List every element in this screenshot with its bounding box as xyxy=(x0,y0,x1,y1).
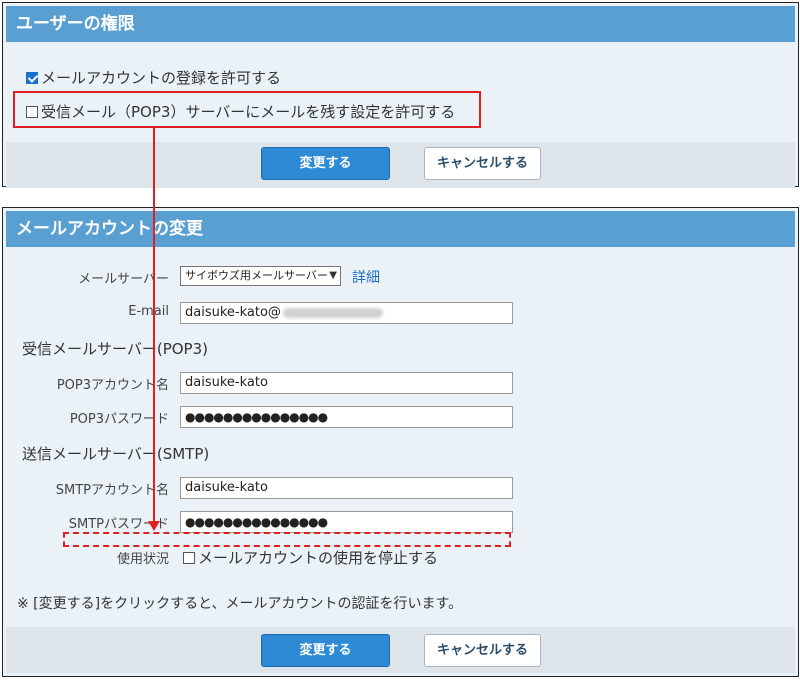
blurred-domain xyxy=(282,307,383,318)
allow-account-registration-label: メールアカウントの登録を許可する xyxy=(41,69,282,87)
mail-server-label: メールサーバー xyxy=(78,272,169,287)
smtp-password-label: SMTPパスワード xyxy=(68,517,169,532)
account-button-bar: 変更する キャンセルする xyxy=(6,627,795,673)
smtp-password-field[interactable]: ●●●●●●●●●●●●●●● xyxy=(180,511,513,533)
smtp-account-field[interactable]: daisuke-kato xyxy=(180,477,513,499)
account-save-button[interactable]: 変更する xyxy=(261,634,390,667)
email-field-value: daisuke-kato@ xyxy=(185,305,281,320)
pop3-password-value: ●●●●●●●●●●●●●●● xyxy=(185,410,328,424)
permissions-button-bar: 変更する キャンセルする xyxy=(6,142,795,188)
incoming-server-section-title: 受信メールサーバー(POP3) xyxy=(22,340,208,358)
annotation-connector-line xyxy=(153,128,155,524)
pop3-account-label: POP3アカウント名 xyxy=(56,378,169,393)
highlight-box xyxy=(13,91,481,128)
pop3-password-field[interactable]: ●●●●●●●●●●●●●●● xyxy=(180,406,513,428)
email-field[interactable]: daisuke-kato@ xyxy=(180,302,513,324)
pop3-password-label: POP3パスワード xyxy=(69,412,169,427)
highlight-dashed-box xyxy=(63,532,511,547)
chevron-down-icon: ▼ xyxy=(329,270,337,281)
outgoing-server-section-title: 送信メールサーバー(SMTP) xyxy=(22,445,210,463)
smtp-password-value: ●●●●●●●●●●●●●●● xyxy=(185,515,328,529)
smtp-account-label: SMTPアカウント名 xyxy=(55,483,169,498)
email-label: E-mail xyxy=(128,304,169,319)
permissions-panel-title: ユーザーの権限 xyxy=(6,6,795,42)
suspend-account-label: メールアカウントの使用を停止する xyxy=(198,549,439,567)
pop3-account-value: daisuke-kato xyxy=(185,375,268,390)
mail-server-detail-link[interactable]: 詳細 xyxy=(352,267,380,287)
pop3-account-field[interactable]: daisuke-kato xyxy=(180,372,513,394)
suspend-account-row[interactable]: メールアカウントの使用を停止する xyxy=(183,547,438,568)
account-panel-title: メールアカウントの変更 xyxy=(6,211,795,247)
mail-server-select[interactable]: サイボウズ用メールサーバー ▼ xyxy=(180,266,341,286)
permissions-save-button[interactable]: 変更する xyxy=(261,147,390,180)
mail-account-edit-panel: メールアカウントの変更 メールサーバー サイボウズ用メールサーバー ▼ 詳細 E… xyxy=(2,207,799,677)
usage-status-label: 使用状況 xyxy=(116,552,169,567)
suspend-account-checkbox[interactable] xyxy=(183,551,195,564)
allow-account-registration-checkbox[interactable] xyxy=(26,71,38,84)
account-cancel-button[interactable]: キャンセルする xyxy=(424,634,541,667)
authentication-note: ※ [変更する]をクリックすると、メールアカウントの認証を行います。 xyxy=(17,596,463,612)
allow-account-registration-row[interactable]: メールアカウントの登録を許可する xyxy=(26,67,281,88)
mail-server-selected-value: サイボウズ用メールサーバー xyxy=(185,269,328,282)
permissions-cancel-button[interactable]: キャンセルする xyxy=(424,147,541,180)
smtp-account-value: daisuke-kato xyxy=(185,480,268,495)
annotation-arrow-icon xyxy=(148,521,160,531)
